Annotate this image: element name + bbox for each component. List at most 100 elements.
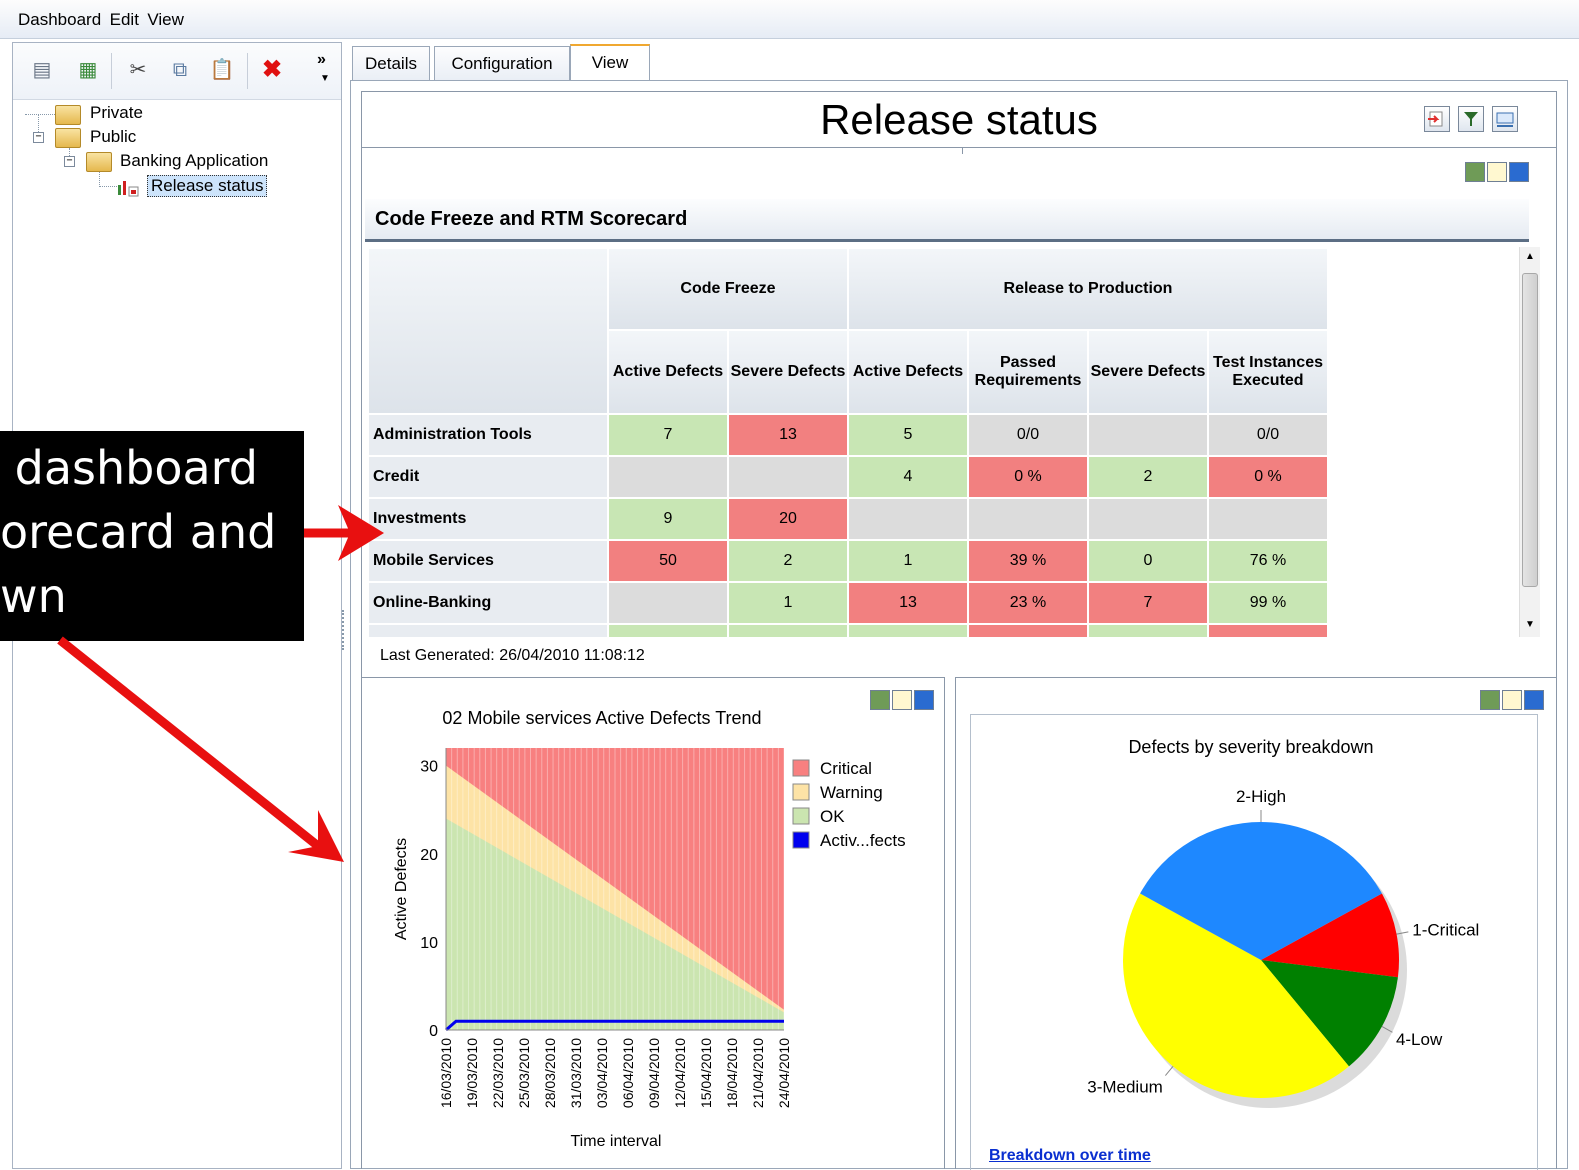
chart-settings-icon[interactable]	[1502, 690, 1522, 710]
y-tick-label: 10	[420, 935, 438, 952]
legend-swatch	[792, 807, 810, 825]
scorecard-scrollbar[interactable]: ▲ ▼	[1519, 247, 1540, 637]
tab-view[interactable]: View	[570, 44, 650, 84]
row-header[interactable]: Investments	[367, 497, 609, 541]
table-cell[interactable]: 5	[847, 413, 969, 457]
delete-icon[interactable]: ✖	[259, 57, 285, 83]
page-title: Release status	[820, 96, 1098, 143]
annotation-line: orecard and	[0, 505, 277, 559]
tab-configuration[interactable]: Configuration	[434, 46, 570, 81]
scroll-up-icon[interactable]: ▲	[1525, 251, 1535, 262]
x-tick-label: 28/03/2010	[542, 1038, 558, 1108]
tree-line	[25, 114, 55, 115]
table-cell[interactable]: 2	[727, 539, 849, 583]
table-cell[interactable]: 0/0	[1207, 413, 1329, 457]
x-tick-label: 06/04/2010	[620, 1038, 636, 1108]
row-header[interactable]: Administration Tools	[367, 413, 609, 457]
maximize-icon[interactable]	[1524, 690, 1544, 710]
table-cell[interactable]: 0 %	[967, 455, 1089, 499]
table-cell[interactable]: 2	[1087, 455, 1209, 499]
menu-edit[interactable]: Edit	[110, 10, 139, 30]
table-cell[interactable]: 0 %	[1207, 455, 1329, 499]
table-cell	[1207, 623, 1329, 637]
scorecard-header: Code Freeze and RTM Scorecard	[365, 199, 1529, 242]
table-cell[interactable]	[607, 455, 729, 499]
table-cell[interactable]: 76 %	[1207, 539, 1329, 583]
table-cell[interactable]: 99 %	[1207, 581, 1329, 625]
row-header[interactable]: Credit	[367, 455, 609, 499]
table-cell	[847, 623, 969, 637]
legend-label: OK	[820, 807, 845, 826]
table-cell[interactable]: 13	[847, 581, 969, 625]
menu-dashboard[interactable]: Dashboard	[18, 10, 101, 30]
table-cell[interactable]: 1	[847, 539, 969, 583]
table-cell[interactable]: 50	[607, 539, 729, 583]
tree-item-private[interactable]: Private	[90, 103, 143, 123]
filter-icon[interactable]	[1458, 106, 1484, 132]
folder-icon	[55, 128, 81, 148]
x-axis-label: Time interval	[571, 1133, 662, 1150]
cut-icon[interactable]: ✂	[125, 57, 151, 83]
row-header[interactable]: Online-Banking	[367, 581, 609, 625]
pie-chart: Defects by severity breakdown 1-Critical 4…	[1087, 737, 1479, 1108]
x-tick-label: 09/04/2010	[646, 1038, 662, 1108]
toolbar-overflow-icon[interactable]: »	[317, 51, 326, 69]
chart-settings-icon[interactable]	[1487, 162, 1507, 182]
column-header: Test Instances Executed	[1207, 329, 1329, 415]
column-header: Active Defects	[847, 329, 969, 415]
table-cell[interactable]: 1	[727, 581, 849, 625]
table-cell[interactable]: 20	[727, 497, 849, 541]
divider	[962, 148, 963, 154]
tree-item-public[interactable]: Public	[90, 127, 136, 147]
table-cell[interactable]: 7	[1087, 581, 1209, 625]
menu-view[interactable]: View	[147, 10, 184, 30]
new-page-icon[interactable]: ▤	[29, 57, 55, 83]
column-header: Severe Defects	[727, 329, 849, 415]
table-cell[interactable]: 13	[727, 413, 849, 457]
paste-icon[interactable]: 📋	[209, 57, 235, 83]
layout-icon[interactable]	[1492, 106, 1518, 132]
maximize-icon[interactable]	[1509, 162, 1529, 182]
collapse-icon[interactable]: −	[33, 132, 44, 143]
legend-swatch	[792, 831, 810, 849]
table-cell[interactable]: 9	[607, 497, 729, 541]
tree-item-release-status[interactable]: Release status	[147, 175, 268, 197]
table-cell[interactable]	[1087, 413, 1209, 457]
x-tick-label: 03/04/2010	[594, 1038, 610, 1108]
scorecard-body: Administration Tools 7 13 5 0/0 0/0 Credit 4 0 %…	[367, 413, 1329, 637]
group-header-release: Release to Production	[847, 247, 1329, 331]
row-header[interactable]: Mobile Services	[367, 539, 609, 583]
table-cell[interactable]: 7	[607, 413, 729, 457]
splitter-handle[interactable]	[342, 610, 348, 650]
column-header: Severe Defects	[1087, 329, 1209, 415]
x-tick-label: 22/03/2010	[490, 1038, 506, 1108]
table-cell[interactable]	[847, 497, 969, 541]
add-graph-icon[interactable]: ▦	[75, 57, 101, 83]
table-cell[interactable]	[727, 455, 849, 499]
copy-icon[interactable]: ⧉	[167, 57, 193, 83]
tab-details[interactable]: Details	[352, 46, 430, 81]
table-cell[interactable]: 0/0	[967, 413, 1089, 457]
table-cell[interactable]	[1087, 497, 1209, 541]
table-cell[interactable]: 39 %	[967, 539, 1089, 583]
chevron-down-icon[interactable]: ▼	[320, 73, 330, 84]
table-row: Online-Banking 1 13 23 % 7 99 %	[367, 581, 1329, 625]
scrollbar-thumb[interactable]	[1522, 273, 1538, 587]
table-row: Credit 4 0 % 2 0 %	[367, 455, 1329, 499]
excel-icon[interactable]	[1480, 690, 1500, 710]
table-cell[interactable]: 4	[847, 455, 969, 499]
tree-item-banking-application[interactable]: Banking Application	[120, 151, 268, 171]
collapse-icon[interactable]: −	[64, 156, 75, 167]
x-tick-label: 31/03/2010	[568, 1038, 584, 1108]
table-cell[interactable]	[967, 497, 1089, 541]
excel-icon[interactable]	[1465, 162, 1485, 182]
pie-label: 4-Low	[1396, 1030, 1443, 1049]
table-cell[interactable]: 23 %	[967, 581, 1089, 625]
table-cell	[967, 623, 1089, 637]
scroll-down-icon[interactable]: ▼	[1525, 619, 1535, 630]
export-icon[interactable]	[1424, 106, 1450, 132]
table-cell[interactable]: 0	[1087, 539, 1209, 583]
breakdown-link[interactable]: Breakdown over time	[989, 1147, 1151, 1165]
table-cell[interactable]	[1207, 497, 1329, 541]
table-cell[interactable]	[607, 581, 729, 625]
